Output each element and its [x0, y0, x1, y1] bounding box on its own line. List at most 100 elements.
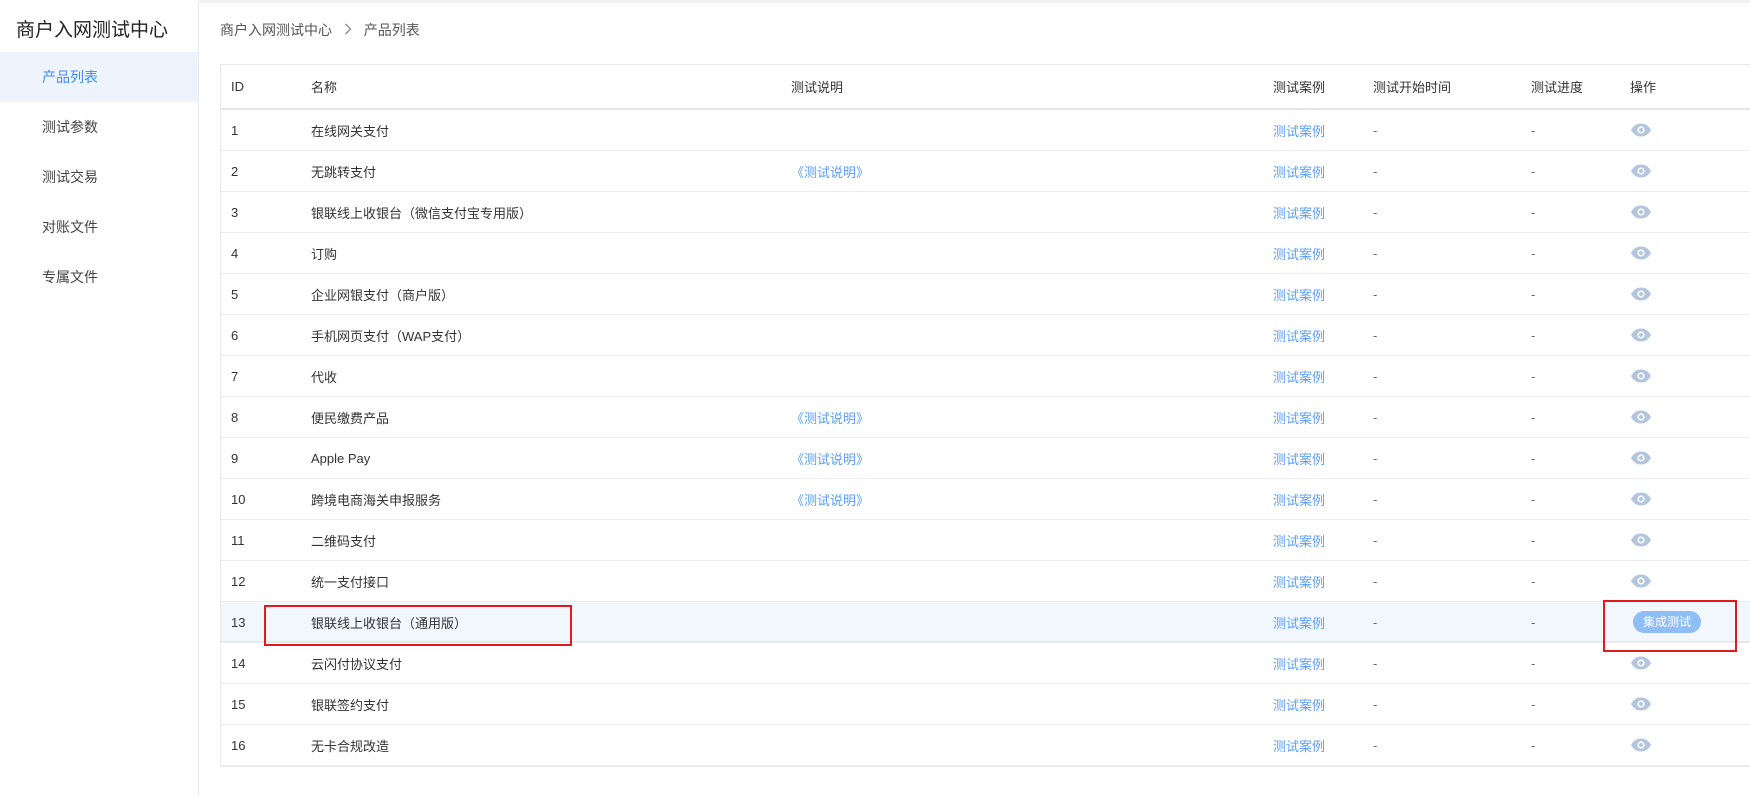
cell-id: 11 [231, 532, 245, 548]
test-case-link[interactable]: 测试案例 [1273, 356, 1325, 396]
product-table: ID 名称 测试说明 测试案例 测试开始时间 测试进度 操作 1 在线网关支付 测试… [220, 64, 1750, 767]
cell-id: 8 [231, 409, 239, 425]
cell-start-time: - [1373, 204, 1378, 220]
sidebar-menu: 产品列表 测试参数 测试交易 对账文件 专属文件 [0, 52, 198, 302]
test-case-link[interactable]: 测试案例 [1273, 274, 1325, 314]
sidebar-item-exclusive-files[interactable]: 专属文件 [0, 252, 198, 302]
cell-id: 10 [231, 491, 246, 507]
header-test-progress: 测试进度 [1531, 80, 1584, 95]
cell-start-time: - [1373, 614, 1378, 630]
cell-start-time: - [1373, 327, 1378, 343]
test-case-link[interactable]: 测试案例 [1273, 233, 1325, 273]
table-row: 6 手机网页支付（WAP支付） 测试案例 - - [221, 315, 1750, 356]
test-case-link[interactable]: 测试案例 [1273, 397, 1325, 437]
cell-progress: - [1531, 286, 1536, 302]
table-row: 10 跨境电商海关申报服务 《测试说明》 测试案例 - - [221, 479, 1750, 520]
cell-id: 15 [231, 696, 246, 712]
eye-icon[interactable] [1630, 533, 1652, 547]
eye-icon[interactable] [1630, 123, 1652, 137]
header-test-description: 测试说明 [791, 80, 844, 95]
cell-progress: - [1531, 573, 1536, 589]
cell-start-time: - [1373, 737, 1378, 753]
cell-name: 便民缴费产品 [311, 410, 390, 426]
eye-icon[interactable] [1630, 656, 1652, 670]
cell-id: 9 [231, 450, 239, 466]
header-name: 名称 [311, 80, 338, 95]
cell-id: 5 [231, 286, 239, 302]
table-body: 1 在线网关支付 测试案例 - -2 无跳转支付 《测试说明》 测试案例 - -3 银联线上收银台（… [221, 110, 1750, 766]
cell-progress: - [1531, 614, 1536, 630]
cell-name: 银联线上收银台（通用版） [311, 615, 468, 631]
test-description-link[interactable]: 《测试说明》 [791, 151, 869, 191]
test-case-link[interactable]: 测试案例 [1273, 110, 1325, 150]
eye-icon[interactable] [1630, 697, 1652, 711]
chevron-right-icon [344, 22, 352, 38]
cell-name: 企业网银支付（商户版） [311, 287, 455, 303]
cell-id: 12 [231, 573, 246, 589]
table-row: 9 Apple Pay 《测试说明》 测试案例 - - [221, 438, 1750, 479]
eye-icon[interactable] [1630, 492, 1652, 506]
test-case-link[interactable]: 测试案例 [1273, 684, 1325, 724]
cell-progress: - [1531, 245, 1536, 261]
test-case-link[interactable]: 测试案例 [1273, 643, 1325, 683]
test-description-link[interactable]: 《测试说明》 [791, 397, 869, 437]
test-case-link[interactable]: 测试案例 [1273, 151, 1325, 191]
cell-progress: - [1531, 737, 1536, 753]
cell-start-time: - [1373, 163, 1378, 179]
eye-icon[interactable] [1630, 574, 1652, 588]
cell-progress: - [1531, 122, 1536, 138]
eye-icon[interactable] [1630, 451, 1652, 465]
table-header: ID 名称 测试说明 测试案例 测试开始时间 测试进度 操作 [221, 65, 1750, 110]
test-case-link[interactable]: 测试案例 [1273, 192, 1325, 232]
cell-id: 6 [231, 327, 239, 343]
cell-progress: - [1531, 204, 1536, 220]
sidebar-item-product-list[interactable]: 产品列表 [0, 52, 198, 102]
cell-id: 1 [231, 122, 239, 138]
cell-start-time: - [1373, 286, 1378, 302]
cell-progress: - [1531, 450, 1536, 466]
table-row: 15 银联签约支付 测试案例 - - [221, 684, 1750, 725]
cell-id: 7 [231, 368, 239, 384]
table-row: 4 订购 测试案例 - - [221, 233, 1750, 274]
test-case-link[interactable]: 测试案例 [1273, 561, 1325, 601]
test-case-link[interactable]: 测试案例 [1273, 315, 1325, 355]
eye-icon[interactable] [1630, 738, 1652, 752]
cell-name: 银联签约支付 [311, 697, 390, 713]
sidebar-item-test-params[interactable]: 测试参数 [0, 102, 198, 152]
table-row: 14 云闪付协议支付 测试案例 - - [221, 643, 1750, 684]
eye-icon[interactable] [1630, 164, 1652, 178]
cell-id: 3 [231, 204, 239, 220]
eye-icon[interactable] [1630, 205, 1652, 219]
app-title: 商户入网测试中心 [16, 20, 169, 41]
table-row: 7 代收 测试案例 - - [221, 356, 1750, 397]
cell-start-time: - [1373, 573, 1378, 589]
eye-icon[interactable] [1630, 410, 1652, 424]
table-row: 5 企业网银支付（商户版） 测试案例 - - [221, 274, 1750, 315]
eye-icon[interactable] [1630, 287, 1652, 301]
test-description-link[interactable]: 《测试说明》 [791, 479, 869, 519]
eye-icon[interactable] [1630, 246, 1652, 260]
test-case-link[interactable]: 测试案例 [1273, 520, 1325, 560]
cell-progress: - [1531, 368, 1536, 384]
cell-start-time: - [1373, 450, 1378, 466]
test-case-link[interactable]: 测试案例 [1273, 725, 1325, 765]
table-row: 11 二维码支付 测试案例 - - [221, 520, 1750, 561]
sidebar-item-test-transactions[interactable]: 测试交易 [0, 152, 198, 202]
breadcrumb: 商户入网测试中心 产品列表 [220, 20, 420, 40]
eye-icon[interactable] [1630, 369, 1652, 383]
cell-progress: - [1531, 409, 1536, 425]
breadcrumb-root[interactable]: 商户入网测试中心 [220, 22, 332, 38]
test-description-link[interactable]: 《测试说明》 [791, 438, 869, 478]
cell-name: 银联线上收银台（微信支付宝专用版） [311, 205, 533, 221]
integration-test-button[interactable]: 集成测试 [1633, 611, 1702, 633]
test-case-link[interactable]: 测试案例 [1273, 602, 1325, 642]
sidebar-item-reconciliation-files[interactable]: 对账文件 [0, 202, 198, 252]
top-divider [198, 0, 1750, 3]
cell-start-time: - [1373, 409, 1378, 425]
cell-name: 在线网关支付 [311, 123, 390, 139]
cell-name: 无卡合规改造 [311, 738, 390, 754]
test-case-link[interactable]: 测试案例 [1273, 479, 1325, 519]
table-row: 8 便民缴费产品 《测试说明》 测试案例 - - [221, 397, 1750, 438]
eye-icon[interactable] [1630, 328, 1652, 342]
test-case-link[interactable]: 测试案例 [1273, 438, 1325, 478]
